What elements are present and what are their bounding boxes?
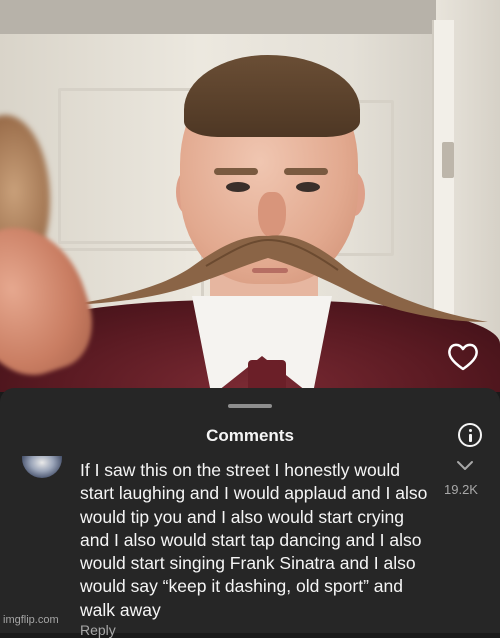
like-count: 19.2K <box>444 482 478 497</box>
info-icon[interactable] <box>458 423 482 447</box>
avatar[interactable] <box>22 456 62 478</box>
heart-outline-icon[interactable] <box>446 340 480 374</box>
reply-link[interactable]: Reply <box>80 622 116 638</box>
watermark: imgflip.com <box>3 614 59 626</box>
sheet-title: Comments <box>206 426 294 445</box>
chevron-down-icon[interactable] <box>456 460 474 472</box>
drag-handle[interactable] <box>228 404 272 408</box>
comment-text: If I saw this on the street I honestly w… <box>80 460 428 620</box>
post-photo <box>0 0 500 392</box>
comments-sheet: Comments If I saw this on the street I h… <box>0 388 500 638</box>
